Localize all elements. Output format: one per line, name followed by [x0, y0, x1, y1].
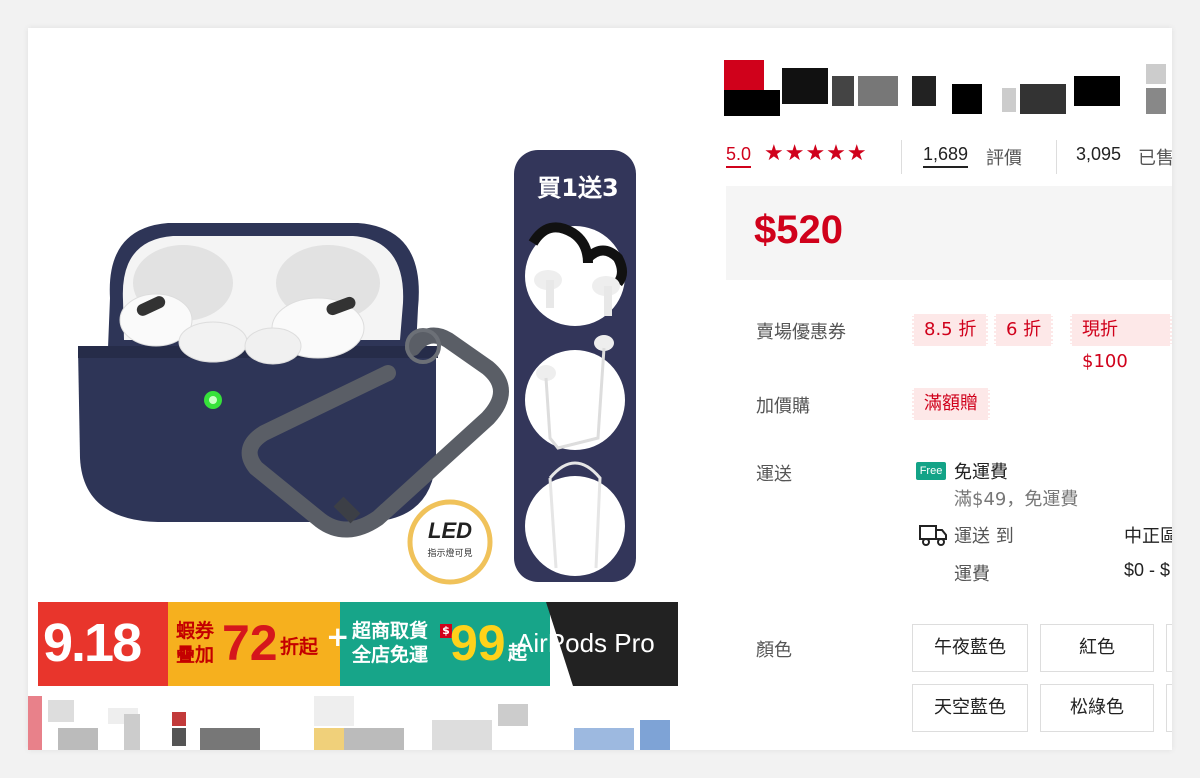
banner-date: 9.18	[43, 613, 142, 673]
shipping-fee-label: 運費	[954, 564, 990, 585]
ship-to-label: 運送 到	[954, 526, 1014, 547]
banner-pickup-line2: 全店免運	[352, 644, 429, 666]
addon-gift-tag[interactable]: 滿額贈	[912, 388, 990, 420]
promo-badge: 買1送3	[537, 174, 619, 202]
coupon-85[interactable]: 8.5 折	[912, 314, 989, 346]
color-option-red[interactable]: 紅色	[1040, 624, 1154, 672]
banner-date-block: 9.18	[38, 602, 168, 686]
free-shipping-icon: Free	[916, 462, 946, 480]
divider	[1056, 140, 1057, 174]
browser-window: 買1送3 LED 指示燈可見 9.18 蝦券 疊加 72 折起 + 超商取貨 全…	[28, 28, 1172, 750]
free-shipping-subtitle: 滿$49，免運費	[954, 489, 1079, 510]
coupon-100-off[interactable]: 現折$100	[1070, 314, 1172, 372]
sold-count: 3,095	[1076, 144, 1122, 164]
review-count[interactable]: 1,689	[923, 144, 969, 168]
product-details: 5.0 ★★★★★ 1,689 評價 3,095 已售 $520 賣場優惠券 8…	[690, 28, 1172, 750]
led-badge-subtitle: 指示燈可見	[427, 549, 473, 559]
color-row-label: 顏色	[756, 640, 792, 661]
product-price: $520	[754, 208, 843, 252]
banner-pickup-number: 99	[450, 615, 506, 671]
banner-plus: +	[326, 620, 350, 653]
rating-row: 5.0 ★★★★★ 1,689 評價 3,095 已售	[726, 140, 1172, 174]
addon-row-label: 加價購	[756, 396, 810, 417]
banner-coupon-number: 72	[222, 615, 278, 671]
product-photo[interactable]: 買1送3 LED 指示燈可見	[28, 28, 690, 603]
color-option-midnight-blue[interactable]: 午夜藍色	[912, 624, 1028, 672]
banner-coupon-block: 蝦券 疊加 72 折起	[168, 602, 340, 686]
star-rating-icon: ★★★★★	[764, 140, 868, 165]
truck-icon	[919, 525, 947, 546]
shipping-row-label: 運送	[756, 464, 792, 485]
banner-coupon-line2: 疊加	[176, 644, 215, 666]
color-option-sky-blue[interactable]: 天空藍色	[912, 684, 1028, 732]
banner-coupon-line1: 蝦券	[176, 620, 215, 642]
promo-banner[interactable]: 9.18 蝦券 疊加 72 折起 + 超商取貨 全店免運 $ 99 起 AirP…	[38, 602, 678, 686]
divider	[901, 140, 902, 174]
product-gallery: 買1送3 LED 指示燈可見 9.18 蝦券 疊加 72 折起 + 超商取貨 全…	[28, 28, 690, 750]
ship-destination[interactable]: 中正區	[1124, 522, 1172, 548]
shipping-fee-value: $0 - $	[1124, 560, 1171, 580]
color-option-teal[interactable]: 松綠色	[1040, 684, 1154, 732]
rating-score[interactable]: 5.0	[726, 144, 752, 168]
sold-label: 已售	[1138, 148, 1172, 168]
banner-coupon-suffix: 折起	[280, 636, 319, 658]
review-label: 評價	[986, 148, 1022, 168]
banner-pickup-line1: 超商取貨	[352, 620, 429, 642]
led-badge-title: LED	[428, 518, 472, 543]
coupon-6[interactable]: 6 折	[994, 314, 1054, 346]
banner-product-name: AirPods Pro	[516, 628, 655, 658]
free-shipping-title: 免運費	[954, 462, 1008, 483]
coupon-row-label: 賣場優惠券	[756, 322, 846, 343]
price-box: $520	[726, 186, 1172, 280]
color-option-overflow[interactable]	[1166, 684, 1172, 732]
airpods-case-illustration	[78, 150, 636, 585]
color-option-overflow[interactable]	[1166, 624, 1172, 672]
